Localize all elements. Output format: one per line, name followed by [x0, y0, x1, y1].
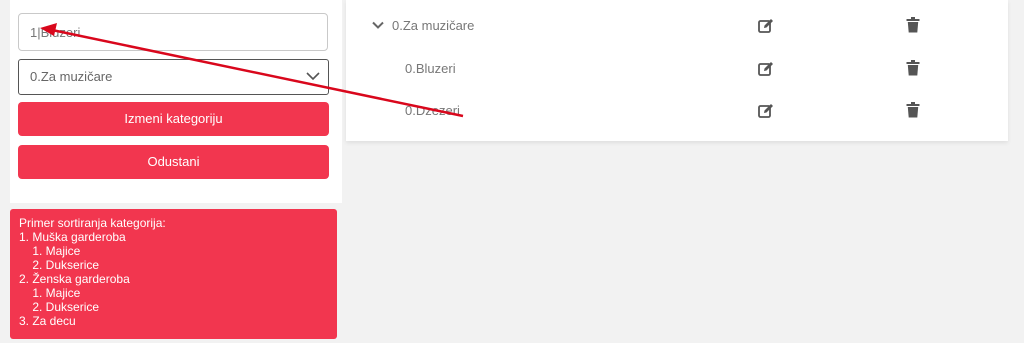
- tree-row: 0.Dzezeri: [346, 95, 1008, 125]
- hint-line: 1. Muška garderoba: [19, 230, 126, 244]
- tree-row-label[interactable]: 0.Dzezeri: [405, 103, 460, 118]
- hint-line: 2. Dukserice: [19, 300, 100, 314]
- cancel-button[interactable]: Odustani: [18, 145, 329, 179]
- parent-category-select[interactable]: 0.Za muzičare: [18, 59, 329, 95]
- edit-icon[interactable]: [758, 18, 774, 33]
- chevron-down-icon[interactable]: [372, 21, 384, 30]
- hint-line: 1. Majice: [19, 286, 81, 300]
- hint-line: 3. Za decu: [19, 314, 76, 328]
- edit-icon[interactable]: [758, 61, 774, 76]
- edit-icon[interactable]: [758, 103, 774, 118]
- tree-row: 0.Bluzeri: [346, 53, 1008, 83]
- hint-title: Primer sortiranja kategorija:: [19, 216, 166, 230]
- tree-row-label[interactable]: 0.Bluzeri: [405, 61, 456, 76]
- trash-icon[interactable]: [906, 17, 920, 33]
- parent-category-selected: 0.Za muzičare: [30, 69, 113, 84]
- category-tree: 0.Za muzičare 0.Bluzeri 0.Dzezeri: [346, 0, 1008, 141]
- hint-line: 2. Ženska garderoba: [19, 272, 130, 286]
- tree-row: 0.Za muzičare: [346, 10, 1008, 40]
- trash-icon[interactable]: [906, 102, 920, 118]
- category-name-input[interactable]: [18, 13, 328, 51]
- category-form-panel: 0.Za muzičare Izmeni kategoriju Odustani: [10, 0, 342, 203]
- trash-icon[interactable]: [906, 60, 920, 76]
- sorting-example-box: Primer sortiranja kategorija: 1. Muška g…: [10, 209, 337, 339]
- hint-line: 1. Majice: [19, 244, 81, 258]
- hint-line: 2. Dukserice: [19, 258, 100, 272]
- update-category-button[interactable]: Izmeni kategoriju: [18, 102, 329, 136]
- chevron-down-icon: [306, 72, 320, 81]
- tree-row-label[interactable]: 0.Za muzičare: [392, 18, 474, 33]
